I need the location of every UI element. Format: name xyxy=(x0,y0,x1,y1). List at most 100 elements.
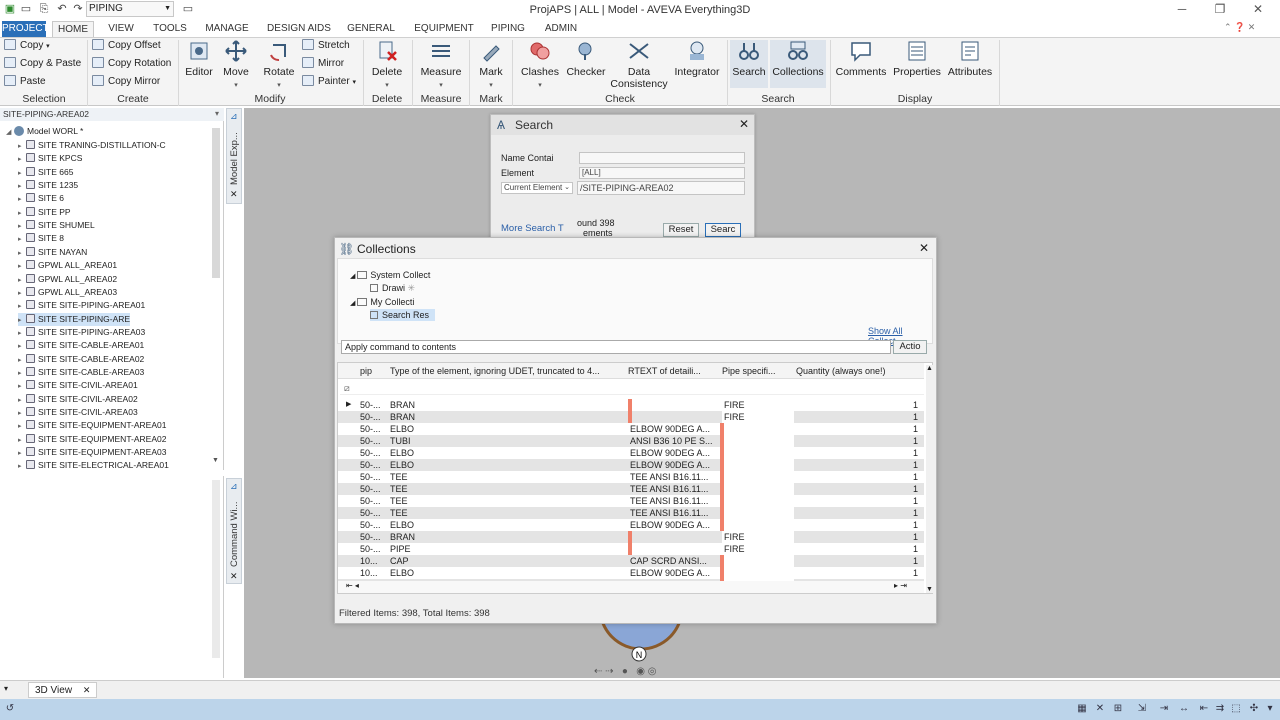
expand-icon[interactable]: ▸ xyxy=(18,407,26,420)
table-row[interactable]: 50-... TEE TEE ANSI B16.11... 1 xyxy=(338,483,924,495)
attributes-button[interactable]: Attributes xyxy=(944,40,996,78)
tree-item[interactable]: ▸ SITE SITE-PIPING-ARE xyxy=(18,312,131,327)
scope-field[interactable]: /SITE-PIPING-AREA02 xyxy=(577,181,745,195)
expand-icon[interactable]: ▸ xyxy=(18,380,26,393)
expand-icon[interactable]: ▸ xyxy=(18,233,26,246)
expand-icon[interactable]: ▸ xyxy=(18,394,26,407)
mark-button[interactable]: Mark ▾ xyxy=(474,40,508,90)
toggle-track-icon[interactable]: ⇲ xyxy=(1136,703,1148,715)
table-row[interactable]: 50-... ELBO ELBOW 90DEG A... 1 xyxy=(338,459,924,471)
collections-button[interactable]: Collections xyxy=(770,40,826,88)
table-row[interactable]: 50-... TEE TEE ANSI B16.11... 1 xyxy=(338,471,924,483)
tree-item[interactable]: ▸ SITE SITE-CABLE-AREA03 xyxy=(18,366,144,379)
scroll-up-icon[interactable]: ▲ xyxy=(926,365,933,372)
search-ribbon-button[interactable]: Search xyxy=(730,40,768,88)
move-button[interactable]: Move ▾ xyxy=(220,40,252,90)
toggle-view-icon[interactable]: ⬚ xyxy=(1230,703,1242,715)
tree-search-results[interactable]: Search Res xyxy=(370,309,436,321)
more-search-link[interactable]: More Search T xyxy=(501,223,564,234)
redo-icon[interactable]: ↷ xyxy=(72,3,84,15)
checker-button[interactable]: Checker xyxy=(566,40,606,78)
rotate-button[interactable]: Rotate ▾ xyxy=(260,40,298,90)
tree-item[interactable]: ▸ GPWL ALL_AREA01 xyxy=(18,259,117,272)
tree-item[interactable]: ▸ SITE SITE-PIPING-AREA03 xyxy=(18,326,145,339)
tree-item[interactable]: ▸ SITE 665 xyxy=(18,166,73,179)
table-row[interactable]: 50-... PIPE FIRE 1 xyxy=(338,543,924,555)
expand-icon[interactable]: ▸ xyxy=(18,354,26,367)
tab-general[interactable]: GENERAL xyxy=(344,21,398,37)
comments-button[interactable]: Comments xyxy=(834,40,888,78)
expand-icon[interactable]: ▸ xyxy=(18,140,26,153)
chevron-down-icon[interactable]: ▾ xyxy=(215,109,219,118)
toggle-snap-icon[interactable]: ▦ xyxy=(1076,703,1088,715)
close-icon[interactable]: ✕ xyxy=(919,241,929,255)
tab-manage[interactable]: MANAGE xyxy=(200,21,254,37)
expand-icon[interactable]: ▸ xyxy=(18,327,26,340)
search-button[interactable]: Searc xyxy=(705,223,741,237)
table-row[interactable]: ▶ 50-... BRAN FIRE 1 xyxy=(338,399,924,411)
expand-icon[interactable]: ▸ xyxy=(18,260,26,273)
maximize-button[interactable]: ❐ xyxy=(1212,2,1228,16)
integrator-button[interactable]: Integrator xyxy=(672,40,722,78)
tree-item[interactable]: ▸ SITE 1235 xyxy=(18,179,78,192)
pin-icon[interactable]: ⊿ xyxy=(230,481,238,492)
table-row[interactable]: 50-... TEE TEE ANSI B16.11... 1 xyxy=(338,495,924,507)
expand-icon[interactable]: ▸ xyxy=(18,367,26,380)
command-window-vtab[interactable]: ⊿ Command Wi... ✕ xyxy=(226,478,242,584)
toggle-ortho-icon[interactable]: ⊞ xyxy=(1112,703,1124,715)
delete-button[interactable]: Delete ▾ xyxy=(368,40,406,90)
close-window-button[interactable]: ✕ xyxy=(1250,2,1266,16)
undo-icon[interactable]: ↶ xyxy=(56,3,68,15)
tab-tools[interactable]: TOOLS xyxy=(148,21,192,37)
table-hscrollbar[interactable]: ⇤ ◂ ▸ ⇥ xyxy=(338,581,924,593)
tree-item[interactable]: ▸ SITE SITE-CIVIL-AREA01 xyxy=(18,379,138,392)
tab-home[interactable]: HOME xyxy=(52,21,94,37)
tree-item[interactable]: ▸ SITE SITE-PIPING-AREA01 xyxy=(18,299,145,312)
tree-my-collections[interactable]: ◢ My Collecti xyxy=(350,296,414,308)
column-header[interactable]: RTEXT of detaili... xyxy=(628,365,716,377)
tab-admin[interactable]: ADMIN xyxy=(538,21,584,37)
expand-icon[interactable]: ▸ xyxy=(18,180,26,193)
toggle-compass-icon[interactable]: ✣ xyxy=(1248,703,1260,715)
measure-button[interactable]: Measure ▾ xyxy=(418,40,464,90)
element-field[interactable]: [ALL] xyxy=(579,167,745,179)
command-scrollbar[interactable] xyxy=(212,480,220,658)
painter-button[interactable]: Painter ▾ xyxy=(302,75,356,89)
table-row[interactable]: 10... CAP CAP SCRD ANSI... 1 xyxy=(338,555,924,567)
filter-row[interactable]: ⧄ xyxy=(340,381,924,395)
scroll-left-icon[interactable]: ⇤ ◂ xyxy=(346,581,359,590)
tab-project[interactable]: PROJECT xyxy=(2,21,49,37)
expand-icon[interactable]: ▸ xyxy=(18,153,26,166)
tree-item[interactable]: ▸ GPWL ALL_AREA03 xyxy=(18,286,117,299)
expand-icon[interactable]: ▸ xyxy=(18,287,26,300)
expand-icon[interactable]: ▸ xyxy=(18,340,26,353)
expand-icon[interactable]: ▸ xyxy=(18,314,26,327)
editor-button[interactable]: Editor xyxy=(182,40,216,78)
tree-item[interactable]: ▸ SITE TRANING-DISTILLATION-C xyxy=(18,139,166,152)
expand-icon[interactable]: ▸ xyxy=(18,167,26,180)
minimize-button[interactable]: ─ xyxy=(1174,2,1190,16)
close-icon[interactable]: ✕ xyxy=(230,571,238,582)
expand-icon[interactable]: ▸ xyxy=(18,193,26,206)
copy-rotation-button[interactable]: Copy Rotation xyxy=(92,57,171,71)
tab-piping[interactable]: PIPING xyxy=(488,21,528,37)
toggle-grid-icon[interactable]: ✕ xyxy=(1094,703,1106,715)
properties-button[interactable]: Properties xyxy=(890,40,944,78)
tab-design-aids[interactable]: DESIGN AIDS xyxy=(262,21,336,37)
toggle-z-icon[interactable]: ⇉ xyxy=(1214,703,1226,715)
tab-3d-view[interactable]: 3D View ✕ xyxy=(28,682,98,698)
help-icons[interactable]: ⌃ ❓ ✕ xyxy=(1224,22,1255,33)
action-button[interactable]: Actio xyxy=(893,340,927,354)
table-row[interactable]: 50-... ELBO ELBOW 90DEG A... 1 xyxy=(338,423,924,435)
column-header[interactable]: pip xyxy=(360,365,388,377)
status-menu-icon[interactable]: ▾ xyxy=(1264,703,1276,715)
expand-icon[interactable]: ▸ xyxy=(18,247,26,260)
table-row[interactable]: 50-... BRAN FIRE 1 xyxy=(338,531,924,543)
save-icon[interactable]: ▭ xyxy=(20,3,32,15)
close-icon[interactable]: ✕ xyxy=(739,117,749,131)
tree-system-collections[interactable]: ◢ System Collect xyxy=(350,269,430,281)
tab-view[interactable]: VIEW xyxy=(102,21,140,37)
discipline-dropdown[interactable]: PIPING ▼ xyxy=(86,1,174,17)
close-icon[interactable]: ✕ xyxy=(230,189,238,200)
expand-icon[interactable]: ▸ xyxy=(18,460,26,473)
